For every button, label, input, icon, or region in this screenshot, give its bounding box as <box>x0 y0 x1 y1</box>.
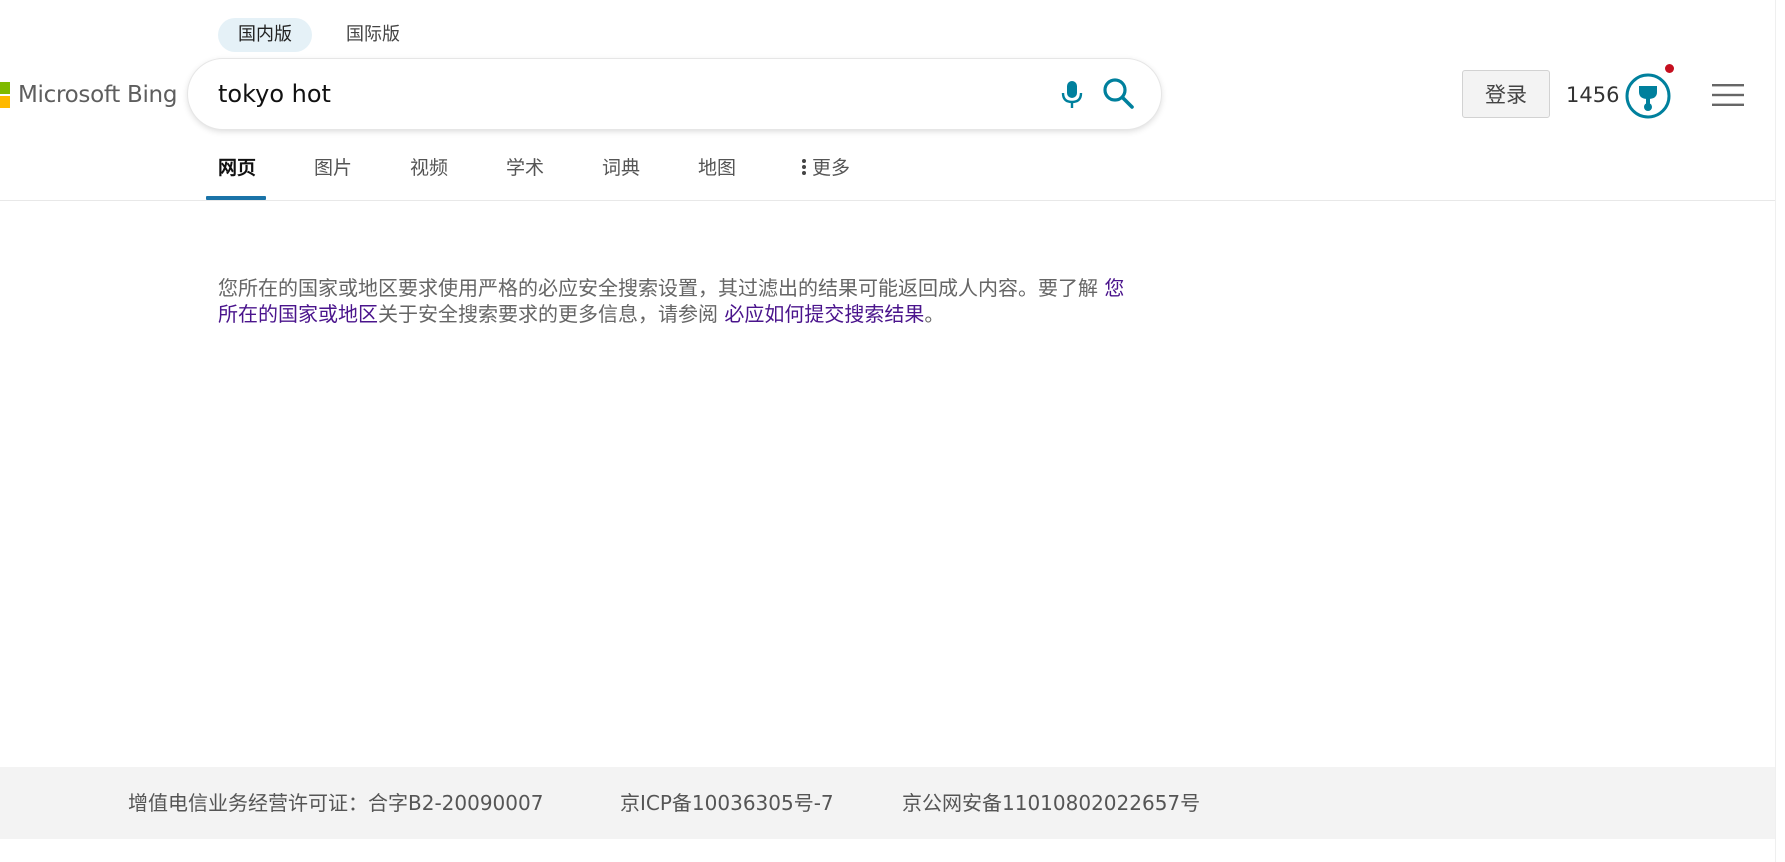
footer-police[interactable]: 京公网安备11010802022657号 <box>902 789 1200 817</box>
hamburger-menu-icon[interactable] <box>1712 82 1744 108</box>
edition-tab-international[interactable]: 国际版 <box>326 18 420 52</box>
tab-dictionary[interactable]: 词典 <box>602 152 640 184</box>
tab-videos[interactable]: 视频 <box>410 152 448 184</box>
login-button[interactable]: 登录 <box>1462 70 1550 118</box>
more-dots-icon <box>802 159 806 175</box>
footer: 增值电信业务经营许可证：合字B2-20090007 京ICP备10036305号… <box>0 767 1775 839</box>
footer-license[interactable]: 增值电信业务经营许可证：合字B2-20090007 <box>128 789 543 817</box>
footer-icp[interactable]: 京ICP备10036305号-7 <box>620 789 834 817</box>
tab-more-label: 更多 <box>812 157 851 179</box>
logo-text: Microsoft Bing <box>18 82 178 108</box>
tab-maps[interactable]: 地图 <box>698 152 736 184</box>
search-input[interactable] <box>218 75 978 113</box>
notice-text-1: 您所在的国家或地区要求使用严格的必应安全搜索设置，其过滤出的结果可能返回成人内容… <box>218 276 1105 300</box>
header-divider <box>0 200 1775 201</box>
microphone-icon[interactable] <box>1054 76 1090 112</box>
notice-text-3: 。 <box>924 302 945 326</box>
tab-more[interactable]: 更多 <box>800 152 850 184</box>
notification-dot-icon <box>1665 64 1674 73</box>
tab-academic[interactable]: 学术 <box>506 152 544 184</box>
microsoft-logo-icon <box>0 82 10 108</box>
notice-link-results[interactable]: 必应如何提交搜索结果 <box>724 302 924 326</box>
scope-nav: 网页 图片 视频 学术 词典 地图 更多 <box>0 152 1000 200</box>
search-box <box>188 59 1161 129</box>
tab-web[interactable]: 网页 <box>218 152 256 184</box>
scrollbar[interactable] <box>1775 0 1785 862</box>
safesearch-notice: 您所在的国家或地区要求使用严格的必应安全搜索设置，其过滤出的结果可能返回成人内容… <box>218 275 1138 327</box>
rewards-points[interactable]: 1456 <box>1566 80 1619 110</box>
notice-text-2: 关于安全搜索要求的更多信息，请参阅 <box>378 302 725 326</box>
rewards-trophy-icon[interactable] <box>1624 72 1672 120</box>
search-icon[interactable] <box>1098 74 1138 114</box>
bing-logo[interactable]: Microsoft Bing <box>0 80 177 110</box>
edition-tab-domestic[interactable]: 国内版 <box>218 18 312 52</box>
tab-images[interactable]: 图片 <box>314 152 352 184</box>
